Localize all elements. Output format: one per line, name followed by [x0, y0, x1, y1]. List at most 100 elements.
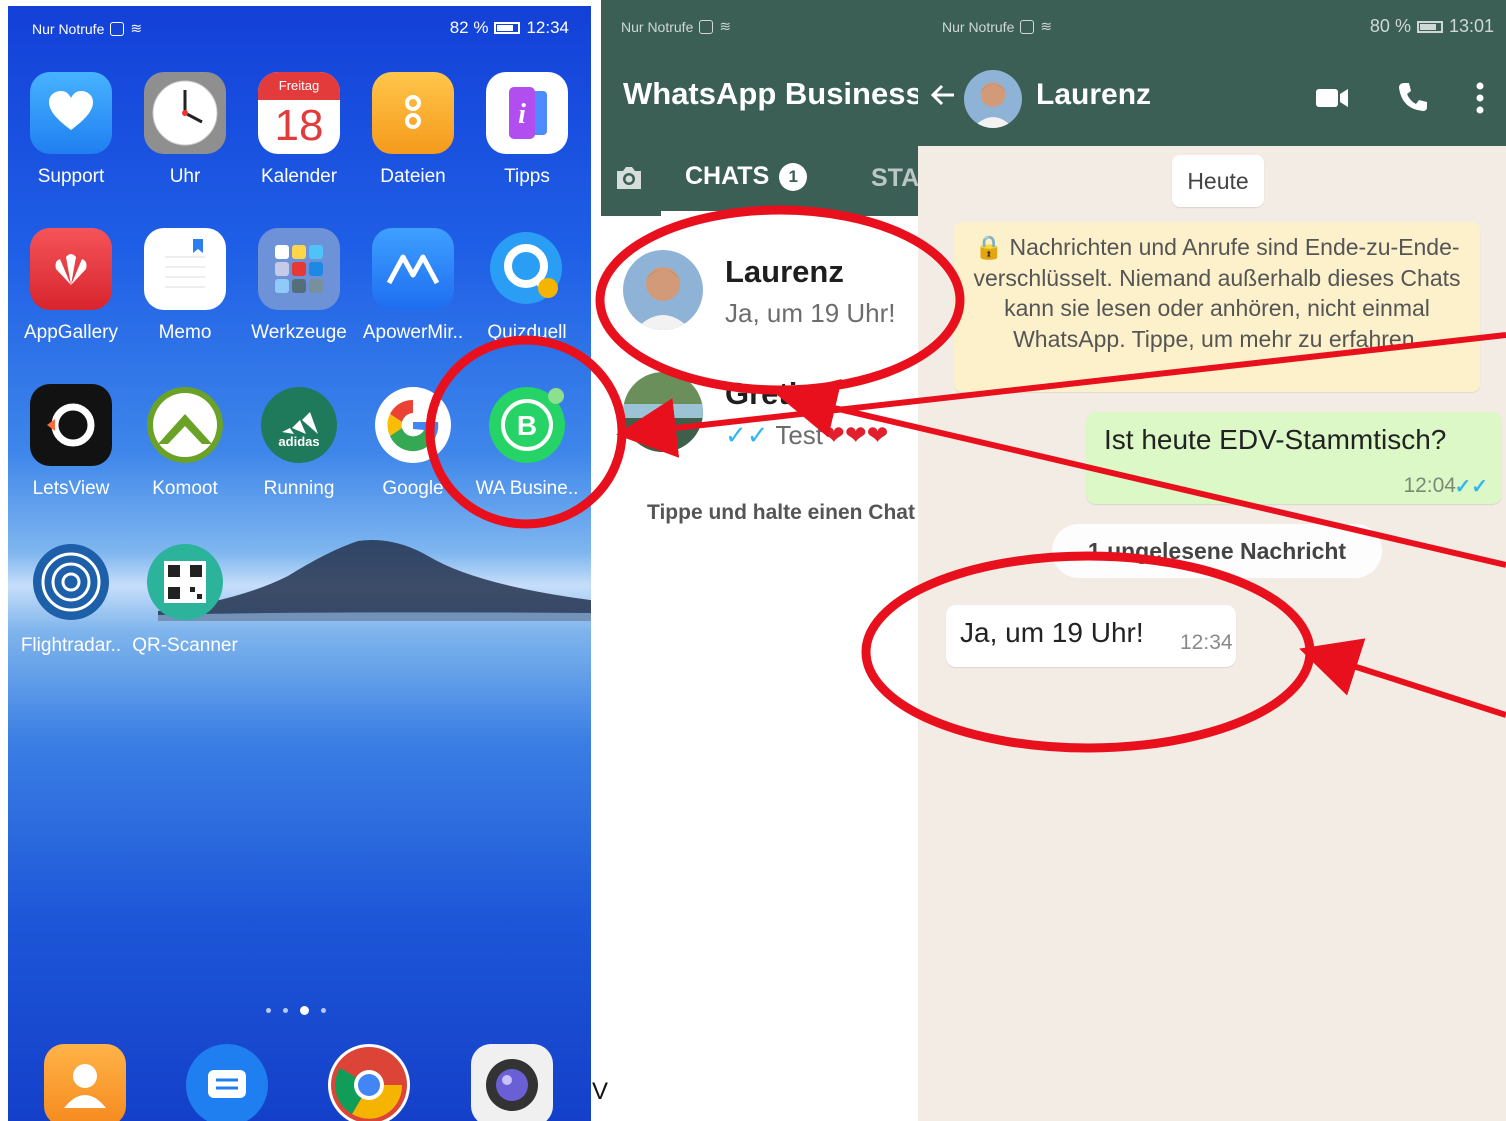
app-qr-scanner[interactable]: QR-Scanner: [129, 541, 241, 657]
message-incoming[interactable]: Ja, um 19 Uhr! 12:34: [946, 605, 1236, 667]
video-call-icon[interactable]: [1314, 80, 1350, 116]
chrome-icon[interactable]: [328, 1044, 410, 1121]
tab-chats-label: CHATS: [685, 162, 770, 190]
app-tipps[interactable]: i Tipps: [471, 72, 583, 188]
dock: [8, 1044, 591, 1121]
app-header: Nur Notrufe ≋ WhatsApp Business CHATS 1 …: [601, 0, 918, 216]
contacts-icon[interactable]: [44, 1044, 126, 1121]
app-label: Flightradar..: [20, 635, 122, 656]
encryption-notice[interactable]: 🔒 Nachrichten und Anrufe sind Ende-zu-En…: [954, 222, 1480, 392]
app-label: Komoot: [152, 478, 218, 499]
app-apowermirror[interactable]: ApowerMir..: [357, 228, 469, 344]
app-label: LetsView: [32, 478, 110, 499]
app-label: Dateien: [380, 166, 446, 187]
page-dot: [321, 1008, 326, 1013]
app-komoot[interactable]: Komoot: [129, 384, 241, 500]
message-text: Ja, um 19 Uhr!: [960, 617, 1144, 648]
chat-row-laurenz[interactable]: Laurenz Ja, um 19 Uhr!: [601, 236, 918, 346]
contact-avatar[interactable]: [964, 70, 1022, 128]
app-label: Memo: [158, 322, 212, 343]
lock-icon: 🔒: [974, 234, 1010, 260]
app-support[interactable]: Support: [15, 72, 127, 188]
battery-percent: 80 %: [1369, 16, 1411, 36]
status-bar: Nur Notrufe ≋: [621, 18, 731, 35]
app-label: Tipps: [504, 166, 550, 187]
radar-icon: [30, 541, 112, 623]
camera-icon[interactable]: [613, 162, 645, 194]
app-label: QR-Scanner: [132, 635, 238, 656]
clock-text: 12:34: [526, 18, 569, 37]
active-tab-indicator: [661, 211, 826, 216]
app-appgallery[interactable]: AppGallery: [15, 228, 127, 344]
app-quizduell[interactable]: Quizduell: [471, 228, 583, 344]
app-label: Running: [263, 478, 335, 499]
app-dateien[interactable]: Dateien: [357, 72, 469, 188]
status-bar: Nur Notrufe ≋ 82 % 12:34: [8, 6, 591, 50]
app-flightradar[interactable]: Flightradar..: [15, 541, 127, 657]
more-menu-icon[interactable]: [1470, 80, 1490, 116]
whatsapp-chat-list: Nur Notrufe ≋ WhatsApp Business CHATS 1 …: [601, 0, 918, 1121]
wifi-icon: ≋: [1040, 18, 1053, 34]
status-bar: Nur Notrufe ≋: [942, 18, 1052, 35]
battery-icon: [494, 22, 521, 34]
app-memo[interactable]: Memo: [129, 228, 241, 344]
clock-text: 13:01: [1448, 16, 1494, 36]
letsview-icon: [30, 384, 112, 466]
battery-icon: [1416, 20, 1443, 33]
messages-icon[interactable]: [186, 1044, 268, 1121]
date-chip: Heute: [1172, 155, 1264, 207]
page-indicator[interactable]: [266, 1006, 326, 1015]
app-werkzeuge[interactable]: Werkzeuge: [243, 228, 355, 344]
carrier-text: Nur Notrufe: [32, 20, 105, 37]
message-text: Ist heute EDV-Stammtisch?: [1104, 424, 1447, 455]
notepad-icon: [144, 228, 226, 310]
wifi-icon: ≋: [719, 18, 732, 34]
chat-last-message: ✓✓ Test❤❤❤: [725, 420, 888, 451]
app-google[interactable]: Google: [357, 384, 469, 500]
camera-icon[interactable]: [471, 1044, 553, 1121]
app-title: WhatsApp Business: [623, 76, 918, 111]
app-label: Google: [382, 478, 444, 499]
message-outgoing[interactable]: Ist heute EDV-Stammtisch? 12:04 ✓✓: [1086, 412, 1502, 504]
huawei-icon: [30, 228, 112, 310]
google-icon: [372, 384, 454, 466]
app-uhr[interactable]: Uhr: [129, 72, 241, 188]
clock-icon: [144, 72, 226, 154]
avatar: [623, 372, 703, 452]
carrier-text: Nur Notrufe: [942, 18, 1015, 35]
quiz-icon: [486, 228, 568, 310]
chat-row-greti[interactable]: Greti ✓✓ Test❤❤❤: [601, 358, 918, 468]
stray-text: V: [592, 1078, 609, 1105]
chat-list-hint: Tippe und halte einen Chat: [647, 501, 915, 524]
calendar-day-name: Freitag: [258, 72, 340, 100]
chat-name: Laurenz: [725, 254, 844, 289]
app-label: Werkzeuge: [251, 322, 347, 343]
tab-chats[interactable]: CHATS 1: [685, 162, 808, 191]
whatsapp-conversation: Nur Notrufe ≋ 80 % 13:01 Laurenz Heute 🔒…: [918, 0, 1506, 1121]
apowermirror-icon: [372, 228, 454, 310]
screenshot-collage: Nur Notrufe ≋ 82 % 12:34 Support Uhr Fre…: [0, 0, 1506, 1121]
wifi-icon: ≋: [130, 20, 143, 36]
contact-name[interactable]: Laurenz: [1036, 78, 1151, 112]
chat-name: Greti: [725, 376, 798, 411]
svg-text:B: B: [517, 410, 537, 441]
phone-icon[interactable]: [1396, 80, 1430, 114]
whatsapp-business-icon: B: [486, 384, 568, 466]
app-running[interactable]: adidas Running: [243, 384, 355, 500]
app-label: ApowerMir..: [362, 322, 464, 343]
app-wa-business[interactable]: B WA Busine..: [471, 384, 583, 500]
back-arrow-icon[interactable]: [928, 80, 958, 110]
avatar: [623, 250, 703, 330]
status-bar-right: 80 % 13:01: [1370, 16, 1494, 37]
app-kalender[interactable]: Freitag 18 Kalender: [243, 72, 355, 188]
tips-icon: i: [486, 72, 568, 154]
carrier-text: Nur Notrufe: [621, 18, 694, 35]
page-dot: [283, 1008, 288, 1013]
read-ticks-icon: ✓✓: [1454, 476, 1488, 498]
tab-status[interactable]: STA: [871, 164, 918, 193]
encryption-notice-text: Nachrichten und Anrufe sind Ende-zu-Ende…: [973, 234, 1461, 352]
chat-last-message-text: Test: [775, 420, 824, 450]
sim-icon: [110, 21, 125, 36]
app-label: Kalender: [260, 166, 338, 187]
app-letsview[interactable]: LetsView: [15, 384, 127, 500]
